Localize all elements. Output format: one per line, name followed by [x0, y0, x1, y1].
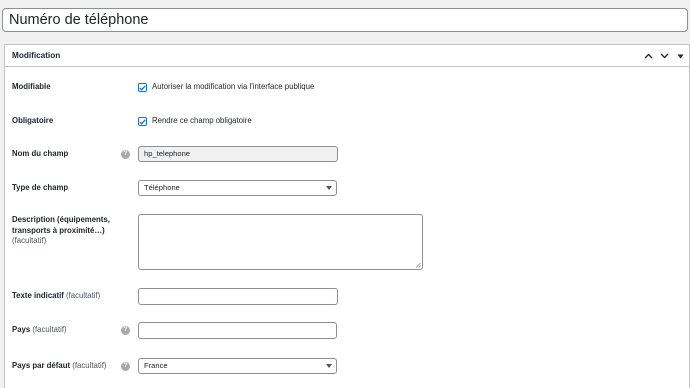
resize-handle-icon[interactable] — [415, 262, 421, 268]
pays-input[interactable] — [138, 322, 337, 339]
panel-header[interactable]: Modification — [5, 45, 689, 67]
texte-indicatif-input[interactable] — [138, 288, 338, 305]
checkbox-modifiable[interactable] — [138, 83, 147, 92]
label-obligatoire: Obligatoire — [12, 116, 54, 125]
field-title-input[interactable]: Numéro de téléphone — [2, 8, 688, 32]
label-description: Description (équipements, transports à p… — [12, 215, 110, 247]
label-texte-indicatif-optional: (facultatif) — [66, 291, 101, 300]
type-de-champ-select[interactable]: Téléphone — [138, 180, 337, 196]
checkmark-icon — [139, 118, 146, 125]
nom-du-champ-input: hp_telephone — [138, 146, 338, 162]
label-description-line1: Description (équipements, — [12, 215, 110, 224]
label-modifiable: Modifiable — [12, 82, 51, 91]
label-pays-par-defaut-optional: (facultatif) — [72, 361, 107, 370]
select-arrow-icon — [326, 186, 332, 190]
modification-panel: Modification Modifiable Autoriser la mod… — [4, 44, 690, 388]
label-type-de-champ: Type de champ — [12, 183, 69, 192]
checkbox-label-modifiable[interactable]: Autoriser la modification via l'interfac… — [152, 82, 314, 92]
pays-par-defaut-select[interactable]: France — [138, 358, 337, 374]
type-de-champ-value: Téléphone — [144, 183, 180, 192]
checkbox-obligatoire[interactable] — [138, 117, 147, 126]
description-textarea[interactable] — [138, 214, 423, 270]
label-description-line2: transports à proximité…) — [12, 225, 105, 235]
label-description-optional: (facultatif) — [12, 236, 47, 245]
label-nom-du-champ: Nom du champ — [12, 149, 69, 158]
caret-down-icon[interactable] — [673, 45, 687, 67]
label-pays-text: Pays — [12, 325, 31, 334]
label-pays: Pays (facultatif) — [12, 325, 67, 336]
label-texte-indicatif-text: Texte indicatif — [12, 291, 64, 300]
panel-title: Modification — [12, 51, 61, 60]
label-pays-optional: (facultatif) — [32, 325, 67, 334]
help-icon[interactable]: ? — [121, 362, 130, 371]
help-icon[interactable]: ? — [121, 150, 130, 159]
select-arrow-icon — [326, 364, 332, 368]
chevron-down-icon[interactable] — [657, 45, 671, 67]
help-icon[interactable]: ? — [121, 326, 130, 335]
checkmark-icon — [139, 84, 146, 91]
chevron-up-icon[interactable] — [641, 45, 655, 67]
label-pays-par-defaut: Pays par défaut (facultatif) — [12, 361, 106, 372]
pays-par-defaut-value: France — [144, 361, 168, 370]
checkbox-label-obligatoire[interactable]: Rendre ce champ obligatoire — [152, 116, 252, 126]
label-pays-par-defaut-text: Pays par défaut — [12, 361, 71, 370]
panel-controls — [641, 45, 689, 67]
label-texte-indicatif: Texte indicatif (facultatif) — [12, 291, 100, 302]
